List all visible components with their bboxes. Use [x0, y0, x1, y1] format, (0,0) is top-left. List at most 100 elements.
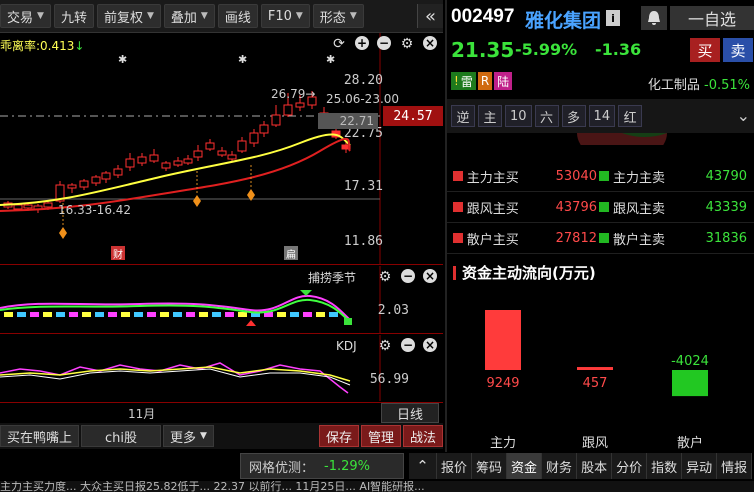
- pie-arc: [577, 133, 667, 145]
- fund-value-label: -4024: [671, 354, 709, 369]
- close-icon[interactable]: ×: [423, 338, 437, 352]
- tab-quote[interactable]: 报价: [437, 453, 473, 479]
- tab-intel[interactable]: 情报: [717, 453, 753, 479]
- chevron-down-icon[interactable]: ⌄: [737, 106, 750, 125]
- candle-body: [91, 176, 101, 184]
- filter-zhu[interactable]: 主: [478, 105, 502, 127]
- toolbar-trade-button[interactable]: 交易 ▼: [0, 4, 51, 28]
- title-bar: [453, 265, 456, 280]
- bell-icon[interactable]: [641, 6, 667, 30]
- fund-category-label: 跟风: [582, 436, 608, 451]
- add-watchlist-button[interactable]: 一自选: [670, 6, 754, 30]
- r-tag[interactable]: R: [477, 72, 493, 90]
- toolbar-draw-button[interactable]: 画线: [217, 4, 258, 28]
- indicator-chart-kdj[interactable]: KDJ ⚙ − × 56.99: [0, 335, 443, 401]
- candle-body: [173, 160, 183, 166]
- thunder-tag[interactable]: ! 雷: [451, 72, 476, 90]
- signal-bar: [160, 312, 169, 317]
- candle-body: [217, 150, 227, 156]
- tab-price-dist[interactable]: 分价: [612, 453, 648, 479]
- candle-body: [13, 204, 23, 210]
- filter-row: 逆 主 10 六 多 14 红 ⌄: [447, 99, 754, 133]
- fund-bar: [672, 370, 708, 397]
- chi-stock-button[interactable]: chi股: [81, 425, 162, 447]
- chart-toolbar: 交易 ▼ 九转 前复权 ▼ 叠加 ▼ 画线 F10 ▼ 形态 ▼ «: [0, 0, 443, 33]
- signal-bar: [82, 312, 91, 317]
- candle-body: [193, 150, 203, 158]
- red-square-icon: [453, 171, 463, 181]
- change-percent: -5.99%: [515, 40, 578, 59]
- fund-bar: [577, 367, 613, 370]
- close-icon[interactable]: ×: [423, 269, 437, 283]
- financial-badge[interactable]: 财: [111, 246, 125, 261]
- sub2-value: 56.99: [369, 372, 409, 387]
- tab-equity[interactable]: 股本: [577, 453, 613, 479]
- kline-chart[interactable]: ✱ ✱ ✱ 乖离率:0.413↓ ⟳ + − ⚙ × 28.20 22.75 17.…: [0, 33, 443, 265]
- month-label: 11月: [128, 407, 156, 421]
- tab-finance[interactable]: 财务: [542, 453, 578, 479]
- warning-icon: !: [454, 74, 459, 88]
- up-arrow: [246, 320, 256, 326]
- minus-icon[interactable]: −: [401, 338, 415, 352]
- signal-bar: [147, 312, 156, 317]
- strategy-duck-button[interactable]: 买在鸭嘴上: [0, 425, 80, 447]
- news-ticker[interactable]: 主力主买力度... 大众主买日报25.82低于... 22.37 以前行... …: [0, 481, 754, 492]
- close-icon[interactable]: ×: [423, 36, 437, 50]
- gear-icon[interactable]: ⚙: [399, 36, 415, 52]
- signal-bar: [95, 312, 104, 317]
- toolbar-pattern-button[interactable]: 形态 ▼: [312, 4, 364, 28]
- signal-bar: [43, 312, 52, 317]
- filter-duo[interactable]: 多: [561, 105, 586, 127]
- manage-button[interactable]: 管理: [360, 425, 401, 447]
- tab-chips[interactable]: 筹码: [472, 453, 508, 479]
- sector-info[interactable]: 化工制品 -0.51%: [648, 74, 750, 93]
- grid-optimize-indicator[interactable]: 网格优测： -1.29%: [240, 453, 404, 479]
- filter-ni[interactable]: 逆: [451, 105, 475, 127]
- lu-tag[interactable]: 陆: [494, 72, 513, 90]
- signal-bar: [173, 312, 182, 317]
- signal-diamond: [59, 227, 67, 239]
- refresh-icon[interactable]: ⟳: [331, 36, 347, 52]
- filter-10[interactable]: 10: [505, 105, 532, 127]
- more-button[interactable]: 更多 ▼: [163, 425, 214, 447]
- filter-14[interactable]: 14: [588, 105, 616, 127]
- save-button[interactable]: 保存: [318, 425, 359, 447]
- tab-index[interactable]: 指数: [647, 453, 683, 479]
- fund-category-label: 散户: [677, 435, 703, 451]
- minus-icon[interactable]: −: [401, 269, 415, 283]
- minus-icon[interactable]: −: [377, 36, 391, 50]
- event-badge[interactable]: 扁: [284, 246, 298, 261]
- signal-bar: [108, 312, 117, 317]
- toolbar-f10-button[interactable]: F10 ▼: [260, 4, 310, 28]
- gear-icon[interactable]: ⚙: [377, 269, 393, 285]
- stock-name[interactable]: 雅化集团: [525, 6, 601, 33]
- green-square-icon: [599, 233, 609, 243]
- filter-hong[interactable]: 红: [618, 105, 643, 127]
- candle-body: [205, 142, 215, 150]
- tab-capital[interactable]: 资金: [507, 453, 543, 479]
- toolbar-adjust-button[interactable]: 前复权 ▼: [96, 4, 161, 28]
- tab-unusual[interactable]: 异动: [682, 453, 718, 479]
- gear-icon[interactable]: ⚙: [377, 338, 393, 354]
- signal-bar: [30, 312, 39, 317]
- expand-icon[interactable]: ⌃: [409, 453, 437, 479]
- stock-code: 002497: [451, 6, 515, 27]
- sell-button[interactable]: 卖: [723, 38, 753, 62]
- plus-icon[interactable]: +: [355, 36, 369, 50]
- fund-bar: [485, 310, 521, 370]
- kline-svg: ✱ ✱ ✱: [0, 33, 381, 265]
- period-button[interactable]: 日线: [381, 403, 439, 423]
- toolbar-overlay-button[interactable]: 叠加 ▼: [163, 4, 215, 28]
- chevron-down-icon: ▼: [349, 11, 357, 21]
- filter-liu[interactable]: 六: [534, 105, 559, 127]
- info-icon[interactable]: i: [606, 10, 620, 26]
- high-annotation: 26.79→: [271, 87, 316, 101]
- tactics-button[interactable]: 战法: [402, 425, 443, 447]
- buy-button[interactable]: 买: [690, 38, 720, 62]
- double-chevron-left-icon[interactable]: «: [417, 4, 443, 28]
- stock-info-panel: 002497 雅化集团 i 一自选 21.35 -5.99% -1.36 买 卖…: [445, 0, 754, 452]
- toolbar-jiuzhuan-button[interactable]: 九转: [53, 4, 94, 28]
- indicator-chart-bulao[interactable]: 捕捞季节 ⚙ − × 2.03: [0, 266, 443, 334]
- signal-bar: [186, 312, 195, 317]
- signal-bar: [329, 312, 338, 317]
